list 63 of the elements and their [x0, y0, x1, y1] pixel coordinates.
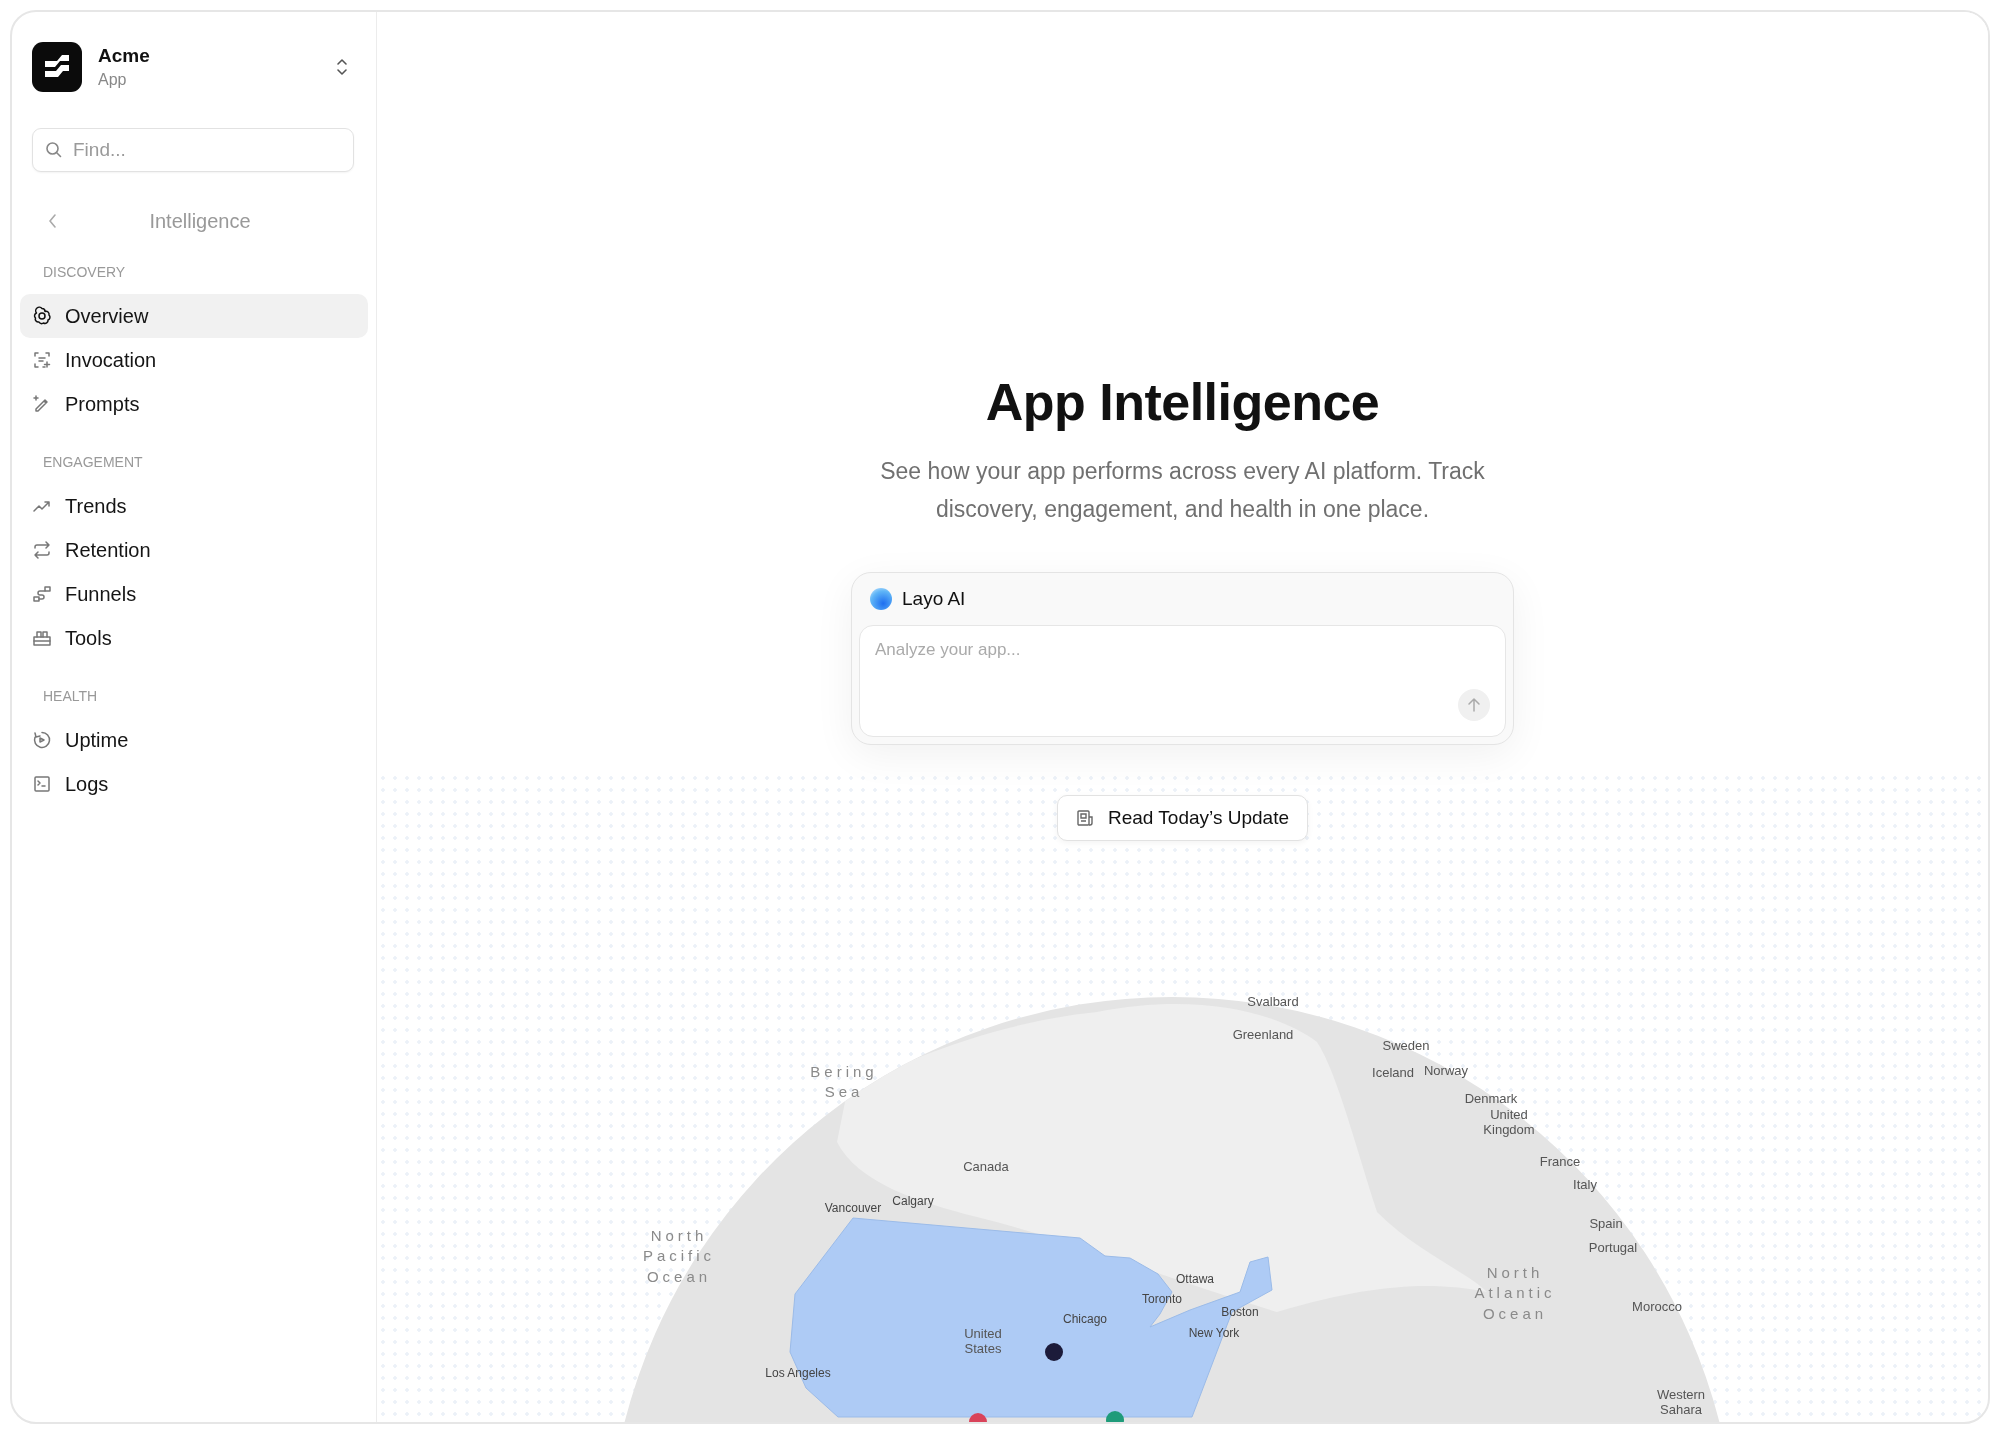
timer-icon	[32, 730, 52, 750]
map-label: Los Angeles	[765, 1366, 831, 1380]
map-label: Toronto	[1142, 1292, 1182, 1306]
orb-icon	[870, 588, 892, 610]
workspace-subtitle: App	[98, 71, 128, 89]
nav-item[interactable]: Logs	[20, 762, 368, 806]
newspaper-icon	[1076, 809, 1094, 827]
nav-item[interactable]: Overview	[20, 294, 368, 338]
toolbox-icon	[32, 628, 52, 648]
map-label: Vancouver	[824, 1201, 882, 1215]
map-marker[interactable]	[969, 1413, 987, 1422]
map-label: New York	[1188, 1326, 1240, 1340]
page-title: App Intelligence	[985, 372, 1380, 432]
map-label: Canada	[963, 1159, 1009, 1175]
nav-item[interactable]: Prompts	[20, 382, 368, 426]
nav-item[interactable]: Invocation	[20, 338, 368, 382]
map-label: Chicago	[1063, 1312, 1107, 1326]
map-marker[interactable]	[1045, 1343, 1063, 1361]
map-label: Boston	[1221, 1305, 1259, 1319]
chevron-up-down-icon[interactable]	[336, 58, 348, 76]
map-label: Sweden	[1382, 1038, 1430, 1054]
page-subtitle: See how your app performs across every AI platform. Track discovery, engagement, and health in one place.	[879, 457, 1486, 524]
search-icon	[45, 141, 63, 159]
nav-title: Intelligence	[148, 209, 252, 233]
map-label: Morocco	[1632, 1299, 1682, 1315]
terminal-icon	[32, 774, 52, 794]
scan-icon	[32, 350, 52, 370]
logo-icon	[32, 42, 82, 92]
map-label: Portugal	[1588, 1240, 1638, 1256]
flower-icon	[32, 306, 52, 326]
section-heading: ENGAGEMENT	[42, 454, 144, 470]
map-label: Svalbard	[1247, 994, 1299, 1010]
assistant-name: Layo AI	[902, 588, 966, 610]
map-label: Ottawa	[1176, 1272, 1214, 1286]
map-label: North Pacific Ocean	[642, 1225, 716, 1287]
map-label: Iceland	[1372, 1065, 1414, 1081]
update-button[interactable]: Read Today’s Update	[1057, 795, 1308, 841]
map-marker[interactable]	[1106, 1411, 1124, 1422]
map-label: Western Sahara	[1656, 1388, 1706, 1418]
map-label: Italy	[1573, 1177, 1597, 1193]
map-label: Spain	[1589, 1216, 1623, 1232]
nav-item[interactable]: Trends	[20, 484, 368, 528]
section-heading: HEALTH	[42, 688, 99, 704]
map-label: United Kingdom	[1483, 1108, 1535, 1138]
map-label: Calgary	[892, 1194, 934, 1208]
nav-item[interactable]: Retention	[20, 528, 368, 572]
nav-item[interactable]: Tools	[20, 616, 368, 660]
map-label: Bering Sea	[810, 1061, 878, 1102]
nav-item[interactable]: Uptime	[20, 718, 368, 762]
map-label: North Atlantic Ocean	[1474, 1262, 1556, 1324]
map-label: Denmark	[1464, 1091, 1518, 1107]
workspace-name: Acme	[98, 45, 151, 67]
map-label: United States	[964, 1327, 1002, 1357]
map-label: Greenland	[1232, 1027, 1294, 1043]
steps-icon	[32, 584, 52, 604]
nav-item[interactable]: Funnels	[20, 572, 368, 616]
search-field[interactable]: Find...	[32, 128, 354, 172]
arrow-up-icon	[1466, 697, 1482, 713]
prompt-field[interactable]: Analyze your app...	[859, 625, 1506, 737]
map-label: Norway	[1423, 1063, 1469, 1079]
map-label: France	[1539, 1154, 1581, 1170]
repeat-icon	[32, 540, 52, 560]
section-heading: DISCOVERY	[42, 264, 127, 280]
